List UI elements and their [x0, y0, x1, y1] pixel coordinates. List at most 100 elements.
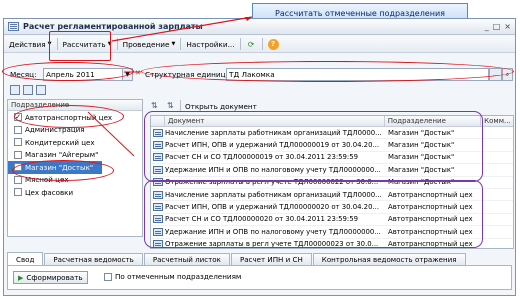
unit-tree-item[interactable]: Администрация — [8, 124, 142, 137]
help-button[interactable]: ? — [265, 38, 282, 51]
actions-menu[interactable]: Действия ▼ — [6, 39, 55, 50]
unit-column-header: Подразделение — [8, 100, 142, 111]
check-all-icon[interactable] — [10, 85, 20, 95]
by-marked-units-checkbox[interactable]: По отмеченным подразделениям — [104, 272, 241, 281]
month-input[interactable]: Апрель 2011 — [43, 68, 123, 81]
play-icon: ▶ — [18, 273, 24, 282]
structural-unit-input[interactable]: ТД Лакомка — [226, 68, 489, 81]
unit-select-button[interactable]: ... — [489, 68, 502, 81]
unit-checkbox[interactable]: ✓ — [14, 163, 22, 172]
unit-tree-item[interactable]: ✓ Магазин "Достык" — [8, 161, 102, 174]
unit-column-header[interactable]: Подразделение — [385, 116, 482, 126]
settings-button[interactable]: Настройки... — [183, 39, 237, 50]
chevron-down-icon: ▼ — [125, 71, 130, 78]
unit-checkbox[interactable]: ✓ — [14, 113, 22, 122]
posting-menu[interactable]: Проведение ▼ — [120, 39, 179, 50]
document-icon — [153, 215, 163, 224]
unit-cell: Автотранспортный цех — [388, 215, 473, 224]
generate-button[interactable]: ▶ Сформировать — [13, 271, 88, 284]
month-label: Месяц: — [10, 70, 37, 79]
unit-checkbox[interactable] — [14, 125, 22, 134]
document-icon — [153, 128, 163, 137]
document-icon — [153, 165, 163, 174]
document-icon — [153, 190, 163, 199]
unit-tree-label: Магазин "Достык" — [25, 162, 94, 172]
refresh-icon: ⟳ — [247, 39, 255, 49]
unit-checkbox[interactable] — [14, 175, 22, 184]
month-dropdown-button[interactable]: ▼ — [122, 68, 133, 81]
document-cell: Расчет СН и СО ТДЛ00000019 от 30.04.2011… — [165, 153, 359, 162]
report-tab[interactable]: Расчетная ведомость — [44, 253, 143, 265]
document-cell: Начисление зарплаты работникам организац… — [165, 128, 382, 137]
unit-label: Структурная единица: — [145, 70, 233, 79]
report-tab[interactable]: Расчет ИПН и СН — [230, 253, 312, 265]
unit-cell: Автотранспортный цех — [388, 240, 473, 249]
unit-tree-label: Мясной цех — [25, 175, 69, 185]
document-cell: Отражение зарплаты в регл учете ТДЛ00000… — [165, 240, 379, 249]
document-cell: Удержание ИПН и ОПВ по налоговому учету … — [165, 165, 381, 174]
unit-tree-label: Администрация — [25, 125, 85, 135]
unit-cell: Магазин "Достык" — [388, 178, 455, 187]
document-row[interactable]: Расчет СН и СО ТДЛ00000019 от 30.04.2011… — [151, 152, 513, 165]
unit-tree-item[interactable]: Цех фасовки — [8, 186, 142, 199]
unit-checkbox[interactable] — [14, 138, 22, 147]
report-tab[interactable]: Свод — [7, 252, 44, 265]
unit-checkbox[interactable] — [14, 188, 22, 197]
unit-tree-label: Цех фасовки — [25, 187, 74, 197]
report-tabs: Свод Расчетная ведомость Расчетный листок Р… — [7, 252, 512, 266]
document-cell: Расчет ИПН, ОПВ и удержаний ТДЛ00000020 … — [165, 203, 380, 212]
unit-checkbox[interactable] — [14, 150, 22, 159]
sort-desc-icon[interactable]: ⇅ — [167, 101, 174, 110]
clear-icon[interactable]: ✕ — [135, 69, 141, 77]
document-icon — [8, 22, 19, 31]
document-icon — [153, 153, 163, 162]
ellipsis-icon: ... — [492, 71, 499, 78]
unit-cell: Магазин "Достык" — [388, 165, 455, 174]
document-cell: Удержание ИПН и ОПВ по налоговому учету … — [165, 227, 381, 236]
refresh-button[interactable]: ⟳ — [243, 38, 260, 51]
search-icon: ⌕ — [505, 70, 510, 78]
document-row[interactable]: Расчет ИПН, ОПВ и удержаний ТДЛ00000019 … — [151, 139, 513, 152]
sort-asc-icon[interactable]: ⇅ — [151, 101, 158, 110]
document-row[interactable]: Начисление зарплаты работникам организац… — [151, 189, 513, 202]
report-tab[interactable]: Расчетный листок — [143, 253, 230, 265]
unit-cell: Магазин "Достык" — [388, 128, 455, 137]
unit-tree-item[interactable]: Кондитерский цех — [8, 136, 142, 149]
document-row[interactable]: Расчет СН и СО ТДЛ00000020 от 30.04.2011… — [151, 214, 513, 227]
document-row[interactable]: Отражение зарплаты в регл учете ТДЛ00000… — [151, 177, 513, 189]
document-cell: Отражение зарплаты в регл учете ТДЛ00000… — [165, 178, 379, 187]
minimize-icon[interactable]: _ — [485, 22, 489, 31]
documents-grid: Документ Подразделение Комм... Начислени… — [150, 115, 514, 249]
document-icon — [153, 240, 163, 248]
calculate-highlight-box — [49, 31, 111, 61]
unit-tree-item[interactable]: Мясной цех — [8, 174, 142, 187]
comment-column-header[interactable]: Комм... — [481, 116, 513, 126]
hierarchy-icon[interactable] — [36, 85, 46, 95]
window-title: Расчет регламентированной зарплаты — [23, 22, 203, 31]
unit-tree-item[interactable]: Магазин "Айгерым" — [8, 149, 142, 162]
unit-tree-label: Кондитерский цех — [25, 137, 95, 147]
document-row[interactable]: Отражение зарплаты в регл учете ТДЛ00000… — [151, 239, 513, 249]
document-cell: Начисление зарплаты работникам организац… — [165, 190, 382, 199]
uncheck-all-icon[interactable] — [23, 85, 33, 95]
unit-cell: Автотранспортный цех — [388, 190, 473, 199]
close-icon[interactable]: × — [504, 22, 511, 31]
help-icon: ? — [267, 38, 279, 50]
maximize-icon[interactable]: □ — [493, 22, 501, 31]
document-column-header[interactable]: Документ — [165, 116, 385, 126]
unit-tree-label: Автотранспортный цех — [25, 112, 113, 122]
report-tab[interactable]: Контрольная ведомость отражения — [312, 253, 466, 265]
report-panel: ▶ Сформировать По отмеченным подразделен… — [7, 266, 512, 290]
checkbox-box[interactable] — [104, 272, 112, 281]
document-cell: Расчет СН и СО ТДЛ00000020 от 30.04.2011… — [165, 215, 359, 224]
document-row[interactable]: Удержание ИПН и ОПВ по налоговому учету … — [151, 164, 513, 177]
document-row[interactable]: Удержание ИПН и ОПВ по налоговому учету … — [151, 226, 513, 239]
document-row[interactable]: Начисление зарплаты работникам организац… — [151, 127, 513, 140]
open-document-button[interactable]: Открыть документ — [185, 102, 257, 111]
unit-cell: Автотранспортный цех — [388, 227, 473, 236]
unit-tree-item[interactable]: ✓ Автотранспортный цех — [8, 111, 142, 124]
unit-search-button[interactable]: ⌕ — [502, 68, 513, 81]
document-row[interactable]: Расчет ИПН, ОПВ и удержаний ТДЛ00000020 … — [151, 201, 513, 214]
document-icon — [153, 203, 163, 212]
document-cell: Расчет ИПН, ОПВ и удержаний ТДЛ00000019 … — [165, 141, 380, 150]
